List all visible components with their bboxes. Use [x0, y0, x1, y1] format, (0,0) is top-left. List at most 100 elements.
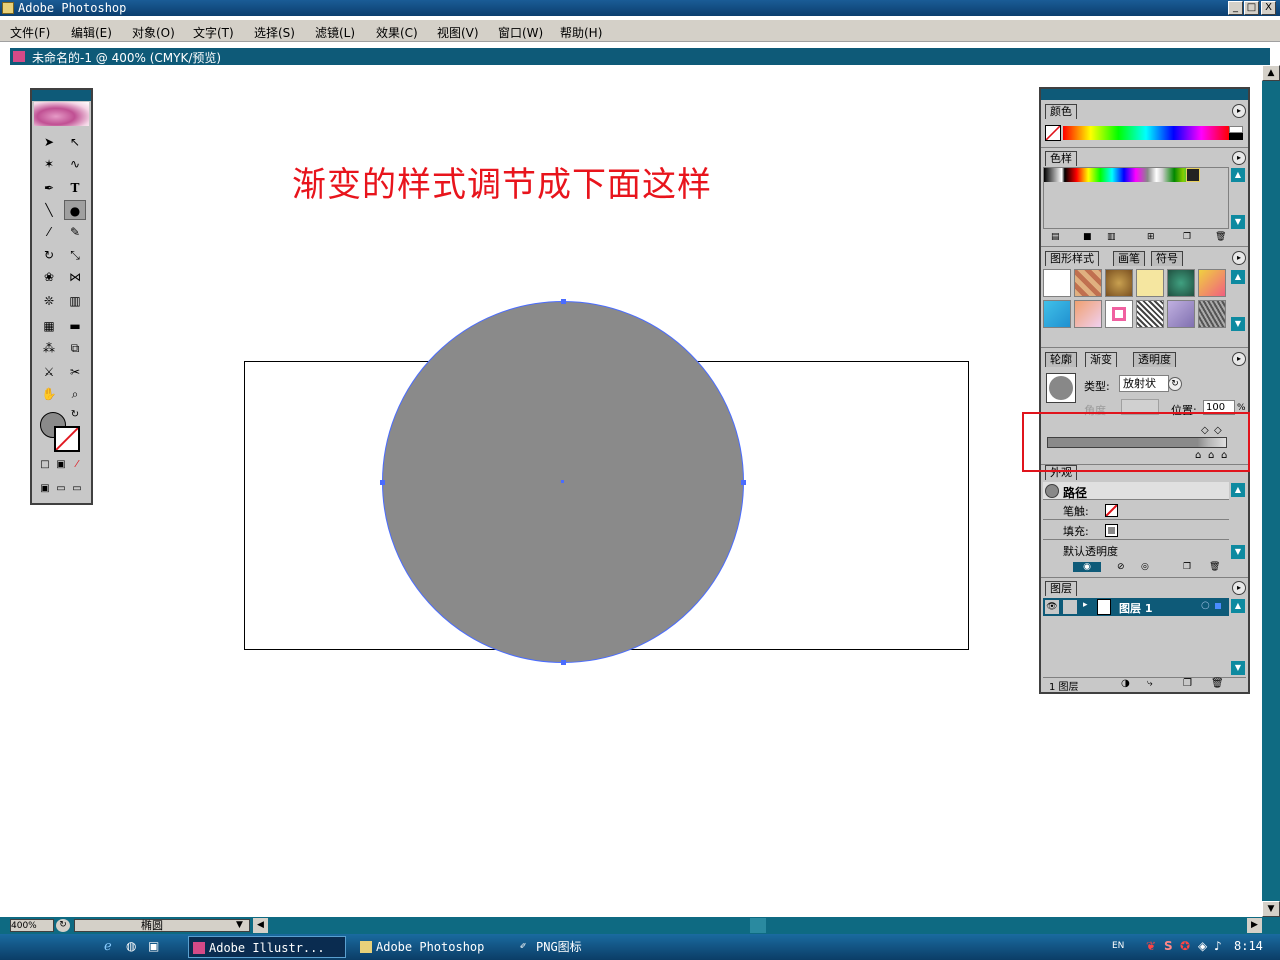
rotate-icon[interactable]: ↻ [38, 245, 60, 265]
delete-swatch-icon[interactable]: 🗑 [1215, 232, 1226, 242]
anchor-point[interactable] [561, 660, 566, 665]
anchor-point[interactable] [741, 480, 746, 485]
delete-layer-icon[interactable]: 🗑 [1211, 678, 1224, 689]
type-icon[interactable]: T [64, 178, 86, 198]
panel-menu-icon[interactable]: ▸ [1232, 352, 1246, 366]
scissors-icon[interactable]: ✂ [64, 362, 86, 382]
gradient-type-select[interactable]: 放射状 [1119, 375, 1169, 392]
menu-filter[interactable]: 滤镜(L) [315, 24, 355, 41]
color-spectrum[interactable] [1063, 126, 1229, 140]
warp-icon[interactable]: ❀ [38, 267, 60, 287]
tab-stroke[interactable]: 轮廓 [1045, 352, 1077, 367]
browser-icon[interactable]: ◍ [126, 939, 136, 953]
zoom-menu-icon[interactable]: ↻ [56, 919, 70, 932]
tab-color[interactable]: 颜色 [1045, 104, 1077, 119]
blend-icon[interactable]: ⧉ [64, 338, 86, 358]
scroll-up-icon[interactable]: ▲ [1262, 65, 1280, 81]
appearance-path-row[interactable]: 路径 [1043, 482, 1229, 500]
hand-icon[interactable]: ✋ [38, 384, 60, 404]
new-art-basic-icon[interactable]: ◉ [1073, 562, 1101, 572]
tab-layers[interactable]: 图层 [1045, 581, 1077, 596]
white-swatch[interactable] [1229, 126, 1243, 133]
ie-icon[interactable]: ℯ [104, 939, 112, 954]
style-default[interactable] [1043, 269, 1071, 297]
graph-icon[interactable]: ▥ [64, 291, 86, 311]
expand-triangle-icon[interactable]: ▸ [1083, 600, 1088, 610]
minimize-button[interactable]: _ [1228, 1, 1243, 15]
swap-colors-icon[interactable]: ↻ [68, 408, 82, 422]
swatch-grid[interactable] [1043, 167, 1229, 229]
gradient-swatches-icon[interactable]: ▥ [1107, 232, 1116, 242]
anchor-point[interactable] [380, 480, 385, 485]
gradient-circle[interactable] [380, 299, 746, 665]
appearance-stroke-row[interactable]: 笔触: [1043, 501, 1229, 520]
menu-file[interactable]: 文件(F) [10, 24, 50, 41]
reduce-basic-icon[interactable]: ◎ [1141, 562, 1149, 572]
language-indicator[interactable]: EN [1112, 941, 1124, 951]
black-swatch[interactable] [1229, 133, 1243, 140]
scroll-right-icon[interactable]: ▶ [1247, 918, 1262, 933]
direct-select-icon[interactable]: ↖ [64, 132, 86, 152]
scroll-down-icon[interactable]: ▼ [1231, 545, 1245, 559]
menu-window[interactable]: 窗口(W) [498, 24, 543, 41]
delete-item-icon[interactable]: 🗑 [1209, 562, 1220, 572]
eyedropper-icon[interactable]: ⁂ [38, 338, 60, 358]
scroll-down-icon[interactable]: ▼ [1231, 317, 1245, 331]
scroll-up-icon[interactable]: ▲ [1231, 270, 1245, 284]
clear-appearance-icon[interactable]: ⊘ [1117, 562, 1125, 572]
style-swatch[interactable] [1074, 269, 1102, 297]
scroll-up-icon[interactable]: ▲ [1231, 168, 1245, 182]
tab-swatches[interactable]: 色样 [1045, 151, 1077, 166]
swatch-row[interactable] [1044, 168, 1192, 182]
zoom-icon[interactable]: ⌕ [64, 384, 86, 404]
screen-mode-menu-icon[interactable]: ▭ [54, 482, 68, 496]
scroll-left-icon[interactable]: ◀ [253, 918, 268, 933]
anchor-point[interactable] [561, 299, 566, 304]
vertical-scrollbar[interactable]: ▲ ▼ [1262, 65, 1280, 917]
symbol-sprayer-icon[interactable]: ❊ [38, 291, 60, 311]
line-icon[interactable]: ╲ [38, 200, 60, 220]
full-screen-icon[interactable]: ▭ [70, 482, 84, 496]
scroll-up-icon[interactable]: ▲ [1231, 599, 1245, 613]
style-swatch[interactable] [1167, 269, 1195, 297]
toolbox-title-bar[interactable] [32, 90, 91, 101]
appearance-opacity-row[interactable]: 默认透明度 [1043, 541, 1229, 560]
menu-view[interactable]: 视图(V) [437, 24, 479, 41]
panel-menu-icon[interactable]: ▸ [1232, 104, 1246, 118]
scroll-up-icon[interactable]: ▲ [1231, 483, 1245, 497]
style-swatch[interactable] [1167, 300, 1195, 328]
brush-icon[interactable]: ⁄ [38, 222, 60, 242]
pen-icon[interactable]: ✒ [38, 178, 60, 198]
style-swatch[interactable] [1198, 300, 1226, 328]
duplicate-item-icon[interactable]: ❐ [1183, 562, 1191, 572]
task-png[interactable]: ✐ PNG图标 [516, 936, 666, 958]
desktop-icon[interactable]: ▣ [148, 939, 159, 953]
pattern-swatches-icon[interactable]: ⊞ [1147, 232, 1155, 242]
none-swatch-icon[interactable] [1045, 125, 1061, 141]
magic-wand-icon[interactable]: ✶ [38, 154, 60, 174]
style-swatch[interactable] [1136, 300, 1164, 328]
new-sublayer-icon[interactable]: ⤷ [1147, 678, 1153, 689]
new-layer-icon[interactable]: ❐ [1183, 678, 1192, 689]
target-icon[interactable]: ○ [1201, 600, 1210, 611]
none-mode-icon[interactable]: ⁄ [70, 458, 84, 472]
menu-help[interactable]: 帮助(H) [560, 24, 602, 41]
mesh-icon[interactable]: ▦ [38, 316, 60, 336]
slice-icon[interactable]: ⚔ [38, 362, 60, 382]
tray-icon[interactable]: ❦ [1146, 939, 1156, 953]
scroll-down-icon[interactable]: ▼ [1231, 215, 1245, 229]
style-swatch[interactable] [1198, 269, 1226, 297]
zoom-field[interactable]: 400% [10, 919, 54, 932]
tab-symbols[interactable]: 符号 [1151, 251, 1183, 266]
tab-brushes[interactable]: 画笔 [1113, 251, 1145, 266]
maximize-button[interactable]: □ [1244, 1, 1259, 15]
eye-icon[interactable]: 👁 [1045, 600, 1059, 614]
screen-mode-icon[interactable]: ▣ [38, 482, 52, 496]
ellipse-icon[interactable]: ● [64, 200, 86, 220]
status-tool-field[interactable]: 椭圆 [74, 919, 250, 932]
tab-gradient[interactable]: 渐变 [1085, 352, 1117, 367]
color-mode-icon[interactable]: □ [38, 458, 52, 472]
volume-icon[interactable]: ♪ [1214, 939, 1222, 953]
gradient-mode-icon[interactable]: ▣ [54, 458, 68, 472]
selection-arrow-icon[interactable]: ➤ [38, 132, 60, 152]
